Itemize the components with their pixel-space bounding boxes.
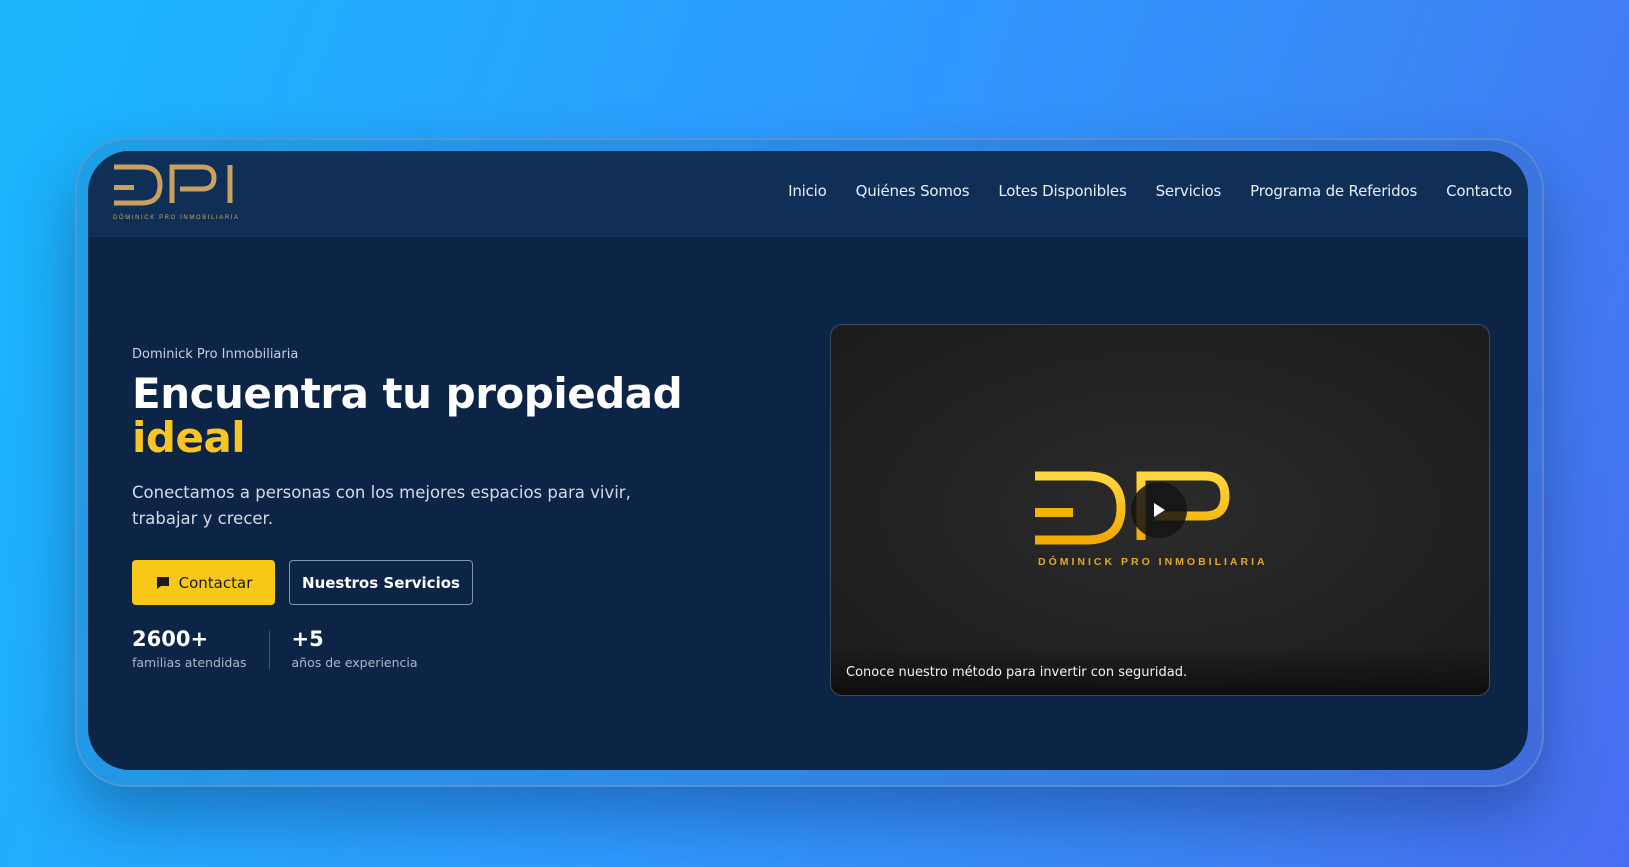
hero-content: Dominick Pro Inmobiliaria Encuentra tu p…	[132, 347, 683, 670]
hero-buttons: Contactar Nuestros Servicios	[132, 560, 682, 605]
logo-tagline: DÓMINICK PRO INMOBILIARIA	[113, 215, 240, 221]
video-caption: Conoce nuestro método para invertir con …	[846, 665, 1188, 680]
contact-button[interactable]: Contactar	[132, 560, 275, 605]
nav-item-inicio[interactable]: Inicio	[788, 182, 827, 200]
stat-label: familias atendidas	[132, 655, 247, 670]
nav-item-lotes-disponibles[interactable]: Lotes Disponibles	[998, 182, 1126, 200]
nav-item-programa-de-referidos[interactable]: Programa de Referidos	[1250, 182, 1417, 200]
hero-lead: Conectamos a personas con los mejores es…	[132, 483, 631, 528]
play-icon	[1154, 503, 1165, 517]
hero-eyebrow: Dominick Pro Inmobiliaria	[132, 347, 299, 362]
stat-value: +5	[291, 627, 324, 651]
nav-item-quienes-somos[interactable]: Quiénes Somos	[856, 182, 970, 200]
hero-title: Encuentra tu propiedad ideal	[132, 369, 683, 462]
hero-title-main: Encuentra tu propiedad	[132, 369, 683, 418]
nav-item-servicios[interactable]: Servicios	[1156, 182, 1222, 200]
video-logo-tagline: DÓMINICK PRO INMOBILIARIA	[1038, 556, 1268, 568]
logo[interactable]: DÓMINICK PRO INMOBILIARIA	[112, 163, 242, 225]
contact-button-label: Contactar	[178, 573, 253, 592]
services-button[interactable]: Nuestros Servicios	[289, 560, 473, 605]
nav-item-contacto[interactable]: Contacto	[1446, 182, 1512, 200]
chat-icon	[156, 576, 169, 589]
website: DÓMINICK PRO INMOBILIARIA Inicio Quiénes…	[88, 151, 1528, 770]
stat-value: 2600+	[132, 627, 209, 651]
hero-title-accent: ideal	[132, 413, 246, 462]
services-button-label: Nuestros Servicios	[302, 573, 460, 592]
stat-experience: +5 años de experiencia	[292, 627, 418, 670]
stat-families: 2600+ familias atendidas	[132, 627, 247, 670]
site-header: DÓMINICK PRO INMOBILIARIA Inicio Quiénes…	[88, 151, 1528, 237]
stats-divider	[268, 631, 270, 669]
video-player[interactable]: DÓMINICK PRO INMOBILIARIA Conoce nuestro…	[830, 324, 1490, 696]
stat-label: años de experiencia	[291, 655, 418, 670]
logo-mark	[114, 164, 233, 206]
main-nav: Inicio Quiénes Somos Lotes Disponibles S…	[759, 182, 1512, 200]
stats: 2600+ familias atendidas +5 años de expe…	[132, 627, 682, 670]
play-button[interactable]	[1131, 482, 1187, 538]
